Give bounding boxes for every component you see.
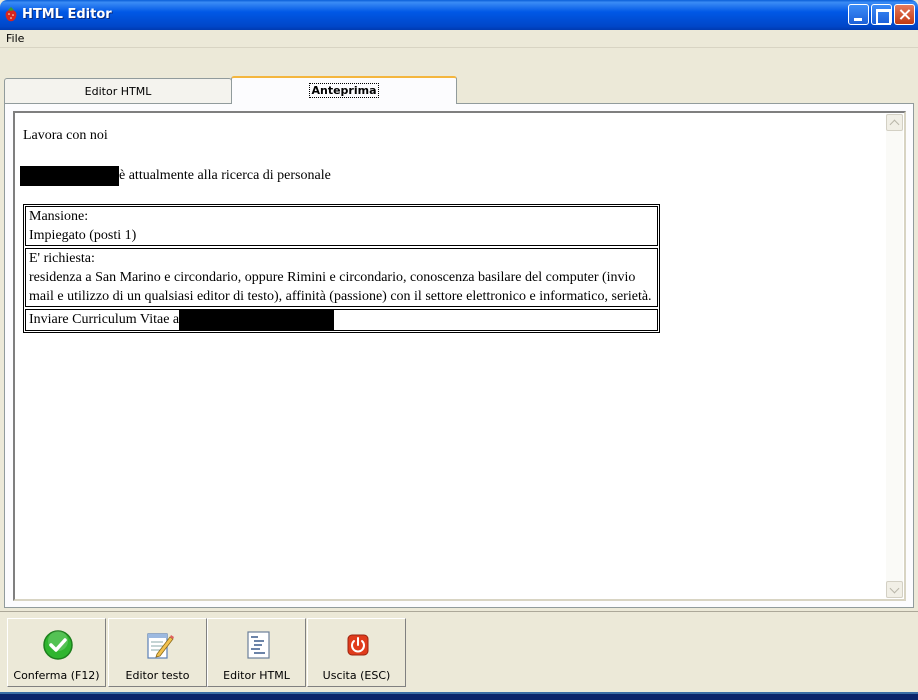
title-bar[interactable]: HTML Editor — [0, 0, 918, 30]
maximize-button[interactable] — [871, 4, 892, 25]
confirm-button[interactable]: Conferma (F12) — [7, 618, 106, 687]
redacted-company-name — [20, 166, 119, 186]
scroll-down-button[interactable] — [886, 581, 903, 598]
tab-editor-html-label: Editor HTML — [84, 85, 152, 98]
menu-file[interactable]: File — [6, 32, 24, 45]
preview-pane[interactable]: Lavora con noi è attualmente alla ricerc… — [13, 111, 906, 601]
intro-text: è attualmente alla ricerca di personale — [119, 168, 331, 184]
vertical-scrollbar[interactable] — [886, 114, 903, 598]
mansione-label: Mansione: — [29, 209, 89, 224]
bottom-toolbar: Conferma (F12) Editor testo Editor HTML — [0, 611, 918, 691]
job-cell-mansione: Mansione: Impiegato (posti 1) — [25, 206, 658, 246]
confirm-label: Conferma (F12) — [13, 669, 100, 682]
tab-panel: Lavora con noi è attualmente alla ricerc… — [4, 103, 914, 608]
job-cell-cv: Inviare Curriculum Vitae a — [25, 309, 658, 331]
notepad-pencil-icon — [147, 633, 174, 659]
strawberry-icon — [5, 7, 17, 22]
text-editor-button[interactable]: Editor testo — [108, 618, 207, 687]
cv-text: Inviare Curriculum Vitae a — [29, 312, 180, 328]
richiesta-label: E' richiesta: — [29, 251, 95, 266]
mansione-value: Impiegato (posti 1) — [29, 228, 137, 243]
redacted-email — [179, 310, 335, 330]
tab-editor-html[interactable]: Editor HTML — [4, 78, 232, 105]
minimize-button[interactable] — [848, 4, 869, 25]
html-editor-button[interactable]: Editor HTML — [207, 618, 306, 687]
check-icon — [43, 630, 73, 660]
exit-button[interactable]: Uscita (ESC) — [307, 618, 406, 687]
menu-bar: File — [0, 30, 918, 48]
scroll-up-button[interactable] — [886, 114, 903, 131]
window-bottom-border — [0, 692, 918, 700]
tab-anteprima[interactable]: Anteprima — [231, 76, 457, 104]
power-icon — [347, 634, 369, 656]
tab-anteprima-label: Anteprima — [309, 83, 379, 98]
window-title: HTML Editor — [22, 7, 112, 22]
exit-label: Uscita (ESC) — [322, 669, 391, 682]
job-table: Mansione: Impiegato (posti 1) E' richies… — [23, 204, 660, 333]
preview-intro: è attualmente alla ricerca di personale — [20, 166, 331, 186]
preview-heading: Lavora con noi — [23, 128, 108, 143]
job-cell-richiesta: E' richiesta: residenza a San Marino e c… — [25, 248, 658, 307]
html-editor-label: Editor HTML — [223, 669, 290, 682]
richiesta-value: residenza a San Marino e circondario, op… — [29, 270, 652, 304]
text-editor-label: Editor testo — [125, 669, 190, 682]
html-document-icon — [247, 631, 270, 659]
close-button[interactable] — [894, 4, 915, 25]
